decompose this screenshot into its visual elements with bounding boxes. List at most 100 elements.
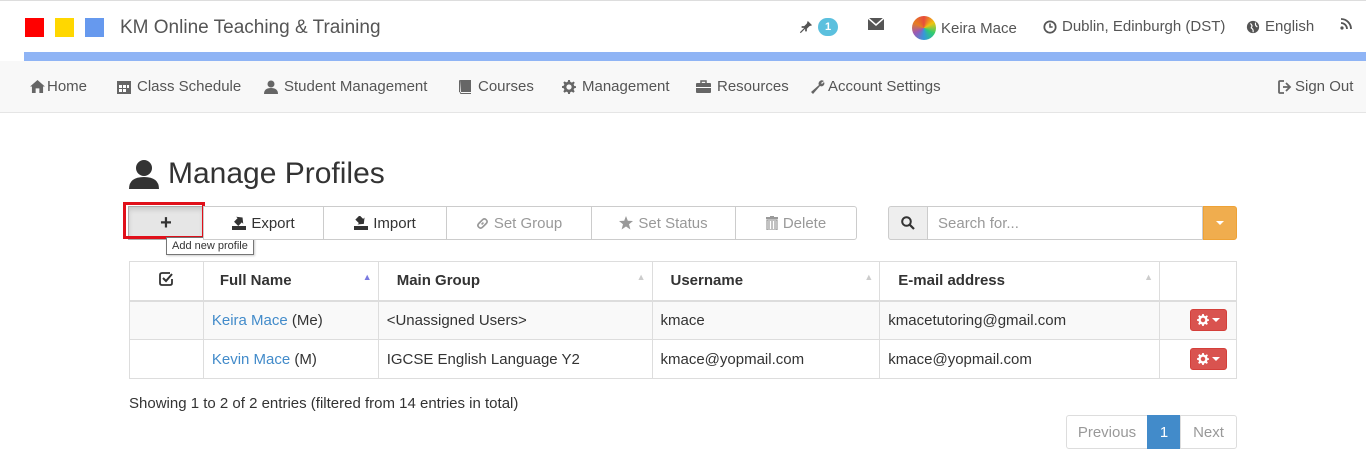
sign-out-link[interactable]: Sign Out <box>1278 78 1353 95</box>
pagination-previous[interactable]: Previous <box>1066 415 1148 449</box>
nav-management[interactable]: Management <box>562 78 670 95</box>
column-full-name[interactable]: Full Name ▲ <box>202 261 379 302</box>
set-status-button[interactable]: Set Status <box>591 206 736 240</box>
nav-account-settings[interactable]: Account Settings <box>811 78 941 95</box>
messages-link[interactable] <box>868 18 884 30</box>
profiles-table: Full Name ▲ Main Group ▲ Username ▲ E-ma… <box>129 261 1237 379</box>
import-button[interactable]: Import <box>323 206 447 240</box>
search-input[interactable] <box>928 206 1203 240</box>
pagination-page-1[interactable]: 1 <box>1147 415 1181 449</box>
rss-link[interactable] <box>1340 18 1352 30</box>
avatar <box>912 16 936 40</box>
set-status-label: Set Status <box>638 214 708 232</box>
pagination-next[interactable]: Next <box>1180 415 1237 449</box>
pagination: Previous 1 Next <box>1066 415 1237 449</box>
column-actions <box>1159 261 1237 302</box>
column-main-group[interactable]: Main Group ▲ <box>377 261 653 302</box>
nav-home[interactable]: Home <box>30 78 87 95</box>
column-email[interactable]: E-mail address ▲ <box>879 261 1161 302</box>
sort-icon: ▲ <box>1144 272 1154 282</box>
add-button-highlight <box>123 202 205 239</box>
user-name: Keira Mace <box>941 19 1017 37</box>
chevron-down-icon <box>1212 357 1220 361</box>
username-cell: kmace@yopmail.com <box>651 339 881 379</box>
chevron-down-icon <box>1216 221 1224 225</box>
row-select-cell[interactable] <box>129 339 204 379</box>
row-actions-button[interactable] <box>1190 348 1227 370</box>
wrench-icon <box>811 79 825 94</box>
user-icon <box>264 80 278 94</box>
briefcase-icon <box>696 80 711 93</box>
globe-icon <box>1246 20 1260 33</box>
actions-cell <box>1159 300 1237 340</box>
clock-icon <box>1043 19 1057 34</box>
nav-management-label: Management <box>582 78 670 95</box>
user-profile-icon <box>129 160 159 189</box>
pin-notifications[interactable]: 1 <box>799 18 838 36</box>
nav-class-schedule-label: Class Schedule <box>137 78 242 95</box>
page-title: Manage Profiles <box>128 157 385 191</box>
main-nav: Home Class Schedule Student Management C… <box>0 61 1366 113</box>
gear-icon <box>1197 353 1209 365</box>
table-row: Keira Mace (Me) <Unassigned Users> kmace… <box>129 300 1237 340</box>
sort-icon: ▲ <box>636 272 646 282</box>
logo-yellow-square <box>55 18 74 37</box>
nav-class-schedule[interactable]: Class Schedule <box>117 78 241 95</box>
pin-icon <box>799 20 813 34</box>
column-email-label: E-mail address <box>898 272 1005 290</box>
column-username[interactable]: Username ▲ <box>651 261 881 302</box>
export-button[interactable]: Export <box>203 206 324 240</box>
top-header: KM Online Teaching & Training 1 Keira Ma… <box>0 0 1366 52</box>
email-cell: kmacetutoring@gmail.com <box>879 300 1161 340</box>
select-all-column[interactable] <box>129 261 204 302</box>
column-username-label: Username <box>670 272 744 290</box>
trash-icon <box>765 216 778 230</box>
search-icon <box>901 216 915 230</box>
profile-name-link[interactable]: Kevin Mace <box>212 351 290 368</box>
timezone-link[interactable]: Dublin, Edinburgh (DST) <box>1043 18 1225 35</box>
table-header-row: Full Name ▲ Main Group ▲ Username ▲ E-ma… <box>129 261 1237 302</box>
pin-count-badge: 1 <box>818 18 838 36</box>
row-actions-button[interactable] <box>1190 309 1227 332</box>
main-group-cell: <Unassigned Users> <box>377 300 653 340</box>
import-label: Import <box>373 214 416 232</box>
nav-resources[interactable]: Resources <box>696 78 789 95</box>
export-icon <box>232 216 247 230</box>
envelope-icon <box>868 18 884 30</box>
check-all-icon[interactable] <box>159 271 174 286</box>
table-info: Showing 1 to 2 of 2 entries (filtered fr… <box>129 395 519 412</box>
logo-blue-square <box>85 18 104 37</box>
app-title[interactable]: KM Online Teaching & Training <box>120 17 381 39</box>
search-group <box>888 206 1237 240</box>
nav-home-label: Home <box>47 78 88 95</box>
profile-name-link[interactable]: Keira Mace <box>212 312 288 329</box>
username-cell: kmace <box>651 300 881 340</box>
sort-asc-icon: ▲ <box>362 272 372 282</box>
search-addon <box>888 206 928 240</box>
nav-courses[interactable]: Courses <box>459 78 534 95</box>
sort-icon: ▲ <box>864 272 874 282</box>
export-label: Export <box>251 214 295 232</box>
search-options-dropdown[interactable] <box>1203 206 1237 240</box>
calendar-icon <box>117 80 131 94</box>
language-label: English <box>1265 18 1315 35</box>
nav-resources-label: Resources <box>717 78 789 95</box>
actions-cell <box>1159 339 1237 379</box>
header-accent-strip <box>24 52 1366 61</box>
sign-out-label: Sign Out <box>1295 78 1354 95</box>
star-icon <box>619 216 634 230</box>
row-select-cell[interactable] <box>129 300 204 340</box>
name-suffix: (Me) <box>291 311 323 329</box>
delete-button[interactable]: Delete <box>735 206 857 240</box>
sign-out-icon <box>1278 79 1292 94</box>
language-select[interactable]: English <box>1246 18 1314 35</box>
page-title-text: Manage Profiles <box>168 157 385 190</box>
set-group-button[interactable]: Set Group <box>446 206 592 240</box>
nav-student-management[interactable]: Student Management <box>264 78 427 95</box>
gear-icon <box>562 79 576 94</box>
delete-label: Delete <box>782 214 827 232</box>
rss-icon <box>1340 18 1352 30</box>
user-menu[interactable]: Keira Mace <box>912 16 1017 40</box>
table-row: Kevin Mace (M) IGCSE English Language Y2… <box>129 339 1237 379</box>
column-full-name-label: Full Name <box>219 272 292 290</box>
